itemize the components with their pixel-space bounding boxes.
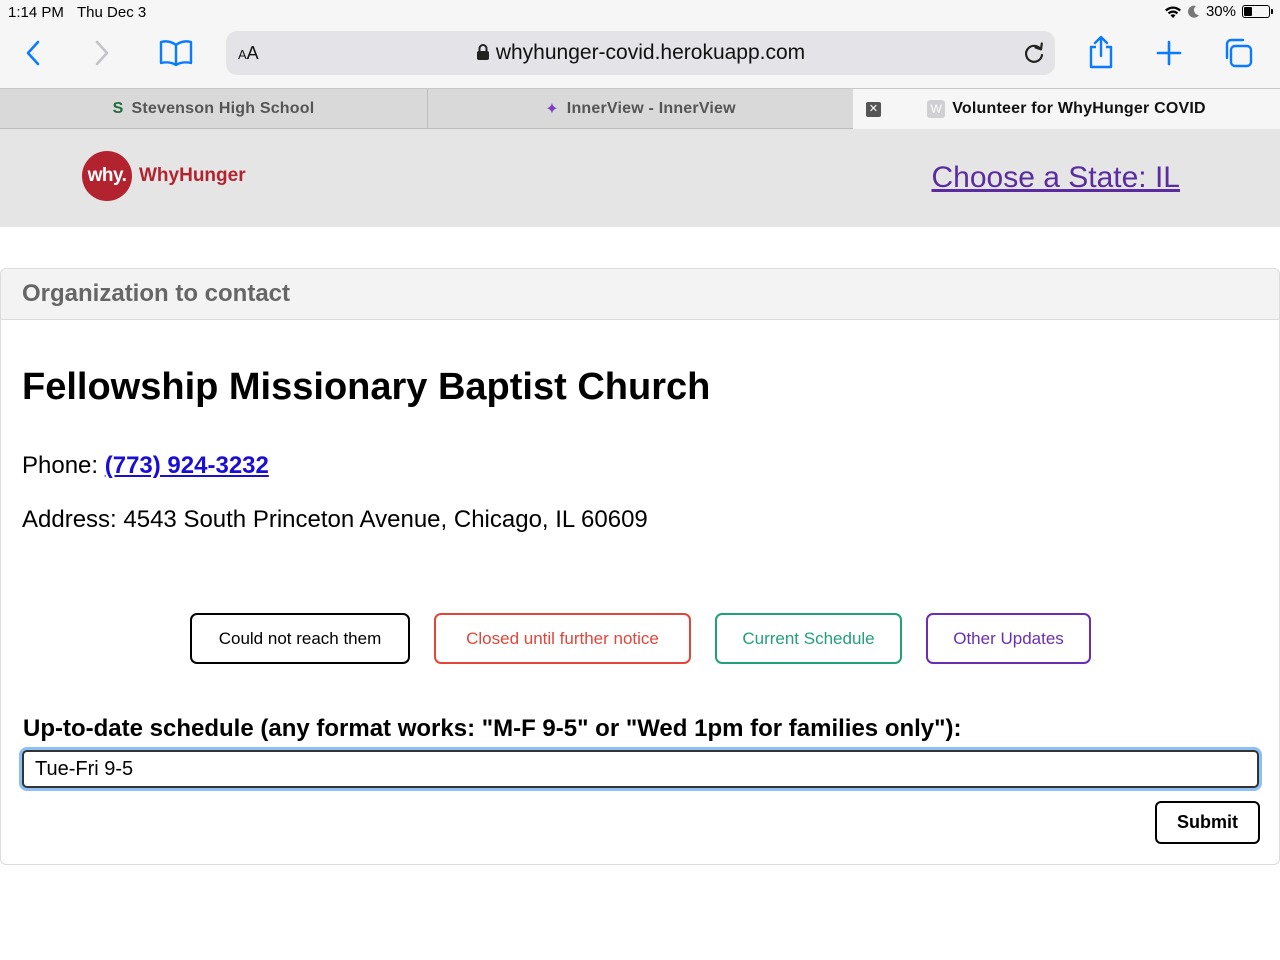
new-tab-icon[interactable] <box>1155 39 1183 67</box>
tabs-icon[interactable] <box>1222 37 1254 69</box>
could-not-reach-button[interactable]: Could not reach them <box>190 613 410 664</box>
back-icon[interactable] <box>20 40 46 66</box>
site-header: why. WhyHunger Choose a State: IL <box>0 129 1280 227</box>
status-date: Thu Dec 3 <box>77 4 147 21</box>
tab-label: Stevenson High School <box>131 100 315 117</box>
organization-name: Fellowship Missionary Baptist Church <box>22 366 711 408</box>
whyhunger-logo[interactable]: why. WhyHunger <box>82 151 246 201</box>
phone-line: Phone: (773) 924-3232 <box>22 452 269 480</box>
stevenson-favicon-icon: S <box>112 100 124 117</box>
other-updates-button[interactable]: Other Updates <box>926 613 1091 664</box>
card-header: Organization to contact <box>1 269 1279 320</box>
schedule-label: Up-to-date schedule (any format works: "… <box>23 715 962 742</box>
whyhunger-favicon-icon: W <box>927 100 946 118</box>
url-display[interactable]: whyhunger-covid.herokuapp.com <box>226 41 1055 65</box>
tab-close-icon[interactable]: ✕ <box>866 102 881 117</box>
tab-label: InnerView - InnerView <box>566 100 736 117</box>
url-text: whyhunger-covid.herokuapp.com <box>495 41 806 64</box>
moon-icon <box>1187 5 1199 18</box>
tab-strip: S Stevenson High School ✦ InnerView - In… <box>0 88 1280 129</box>
battery-icon <box>1242 5 1273 18</box>
innerview-favicon-icon: ✦ <box>545 101 559 118</box>
choose-state-link[interactable]: Choose a State: IL <box>932 161 1181 195</box>
address-bar[interactable]: AA whyhunger-covid.herokuapp.com <box>226 31 1055 75</box>
tab-label: Volunteer for WhyHunger COVID <box>952 100 1206 117</box>
phone-link[interactable]: (773) 924-3232 <box>105 452 269 479</box>
address-line: Address: 4543 South Princeton Avenue, Ch… <box>22 506 648 533</box>
lock-icon <box>476 44 489 60</box>
reload-icon[interactable] <box>1023 41 1045 70</box>
share-icon[interactable] <box>1086 35 1116 69</box>
status-bar: 1:14 PM Thu Dec 3 30% <box>0 0 1280 26</box>
browser-toolbar: AA whyhunger-covid.herokuapp.com <box>0 26 1280 88</box>
closed-button[interactable]: Closed until further notice <box>434 613 691 664</box>
forward-icon[interactable] <box>89 40 115 66</box>
phone-label: Phone: <box>22 452 105 479</box>
schedule-input[interactable] <box>22 750 1259 788</box>
battery-percent: 30% <box>1205 3 1236 20</box>
submit-button[interactable]: Submit <box>1155 801 1260 844</box>
status-time: 1:14 PM <box>8 4 64 21</box>
organization-card: Organization to contact Fellowship Missi… <box>0 268 1280 865</box>
status-indicators: 30% <box>1164 3 1273 20</box>
current-schedule-button[interactable]: Current Schedule <box>715 613 902 664</box>
wifi-icon <box>1164 6 1181 18</box>
logo-text: WhyHunger <box>139 165 246 186</box>
tab-innerview[interactable]: ✦ InnerView - InnerView <box>428 89 853 129</box>
bookmarks-icon[interactable] <box>158 38 194 68</box>
tab-stevenson[interactable]: S Stevenson High School <box>0 89 427 129</box>
logo-mark: why. <box>82 151 132 201</box>
tab-whyhunger[interactable]: W Volunteer for WhyHunger COVID <box>853 89 1280 129</box>
